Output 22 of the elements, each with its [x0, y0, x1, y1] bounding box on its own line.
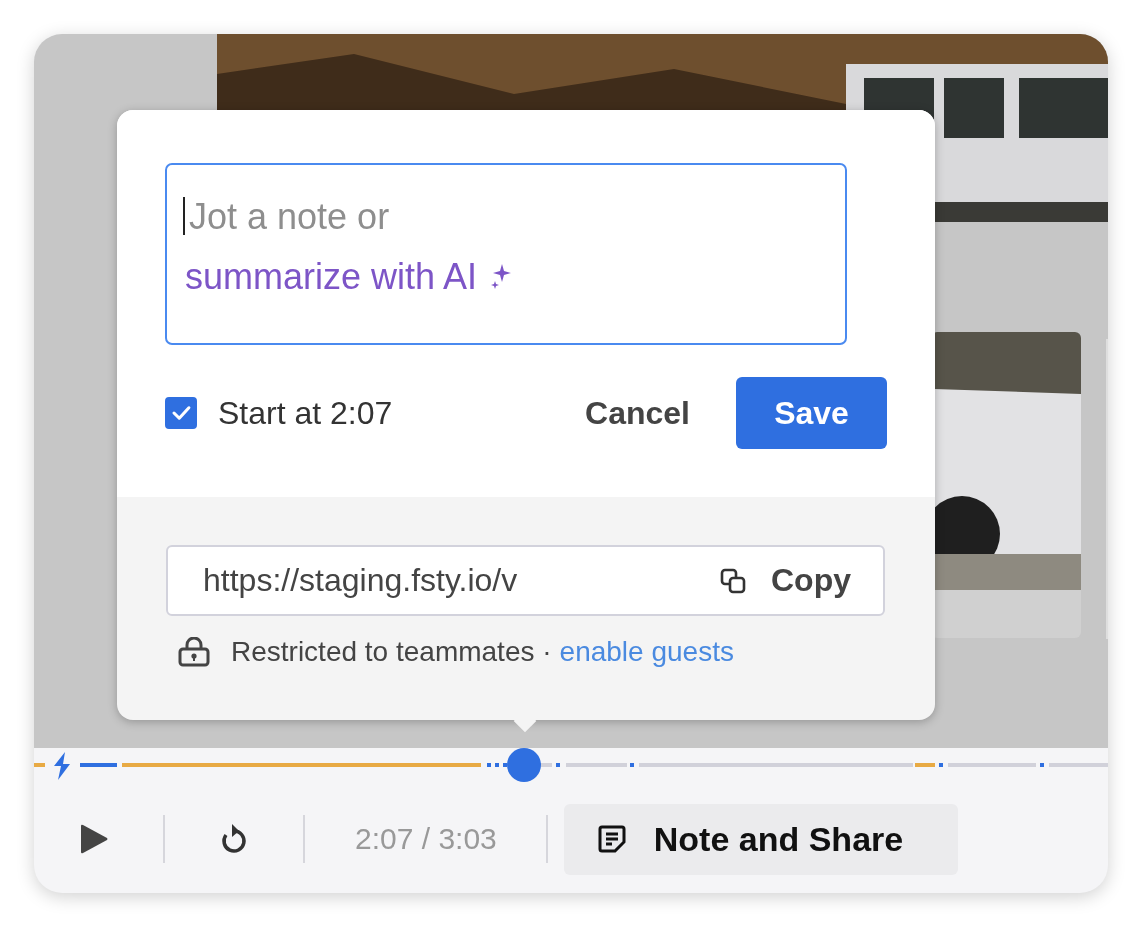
text-caret [183, 197, 185, 235]
note-and-share-button[interactable]: Note and Share [563, 803, 958, 875]
save-button[interactable]: Save [736, 377, 887, 449]
share-url: https://staging.fsty.io/v [203, 562, 518, 599]
start-at-label: Start at 2:07 [218, 394, 393, 432]
progress-thumb[interactable] [506, 748, 541, 782]
lightning-icon [52, 752, 72, 780]
ai-prompt-text[interactable]: summarize with AI [185, 247, 478, 307]
placeholder-text: Jot a note or [189, 195, 390, 239]
playback-time: 2:07 / 3:03 [355, 822, 497, 856]
play-icon[interactable] [80, 824, 108, 854]
copy-icon [719, 566, 747, 595]
access-text: Restricted to teammates · [231, 636, 552, 668]
lock-icon [178, 637, 210, 667]
start-at-checkbox[interactable] [165, 397, 197, 429]
share-link-field[interactable]: https://staging.fsty.io/v Copy [166, 545, 885, 616]
sparkle-icon [491, 264, 512, 290]
replay-icon[interactable] [220, 823, 248, 855]
note-field[interactable]: Jot a note or summarize with AI [165, 163, 847, 345]
cancel-button[interactable]: Cancel [565, 386, 710, 440]
copy-button[interactable]: Copy [713, 556, 857, 605]
note-icon [597, 825, 626, 853]
